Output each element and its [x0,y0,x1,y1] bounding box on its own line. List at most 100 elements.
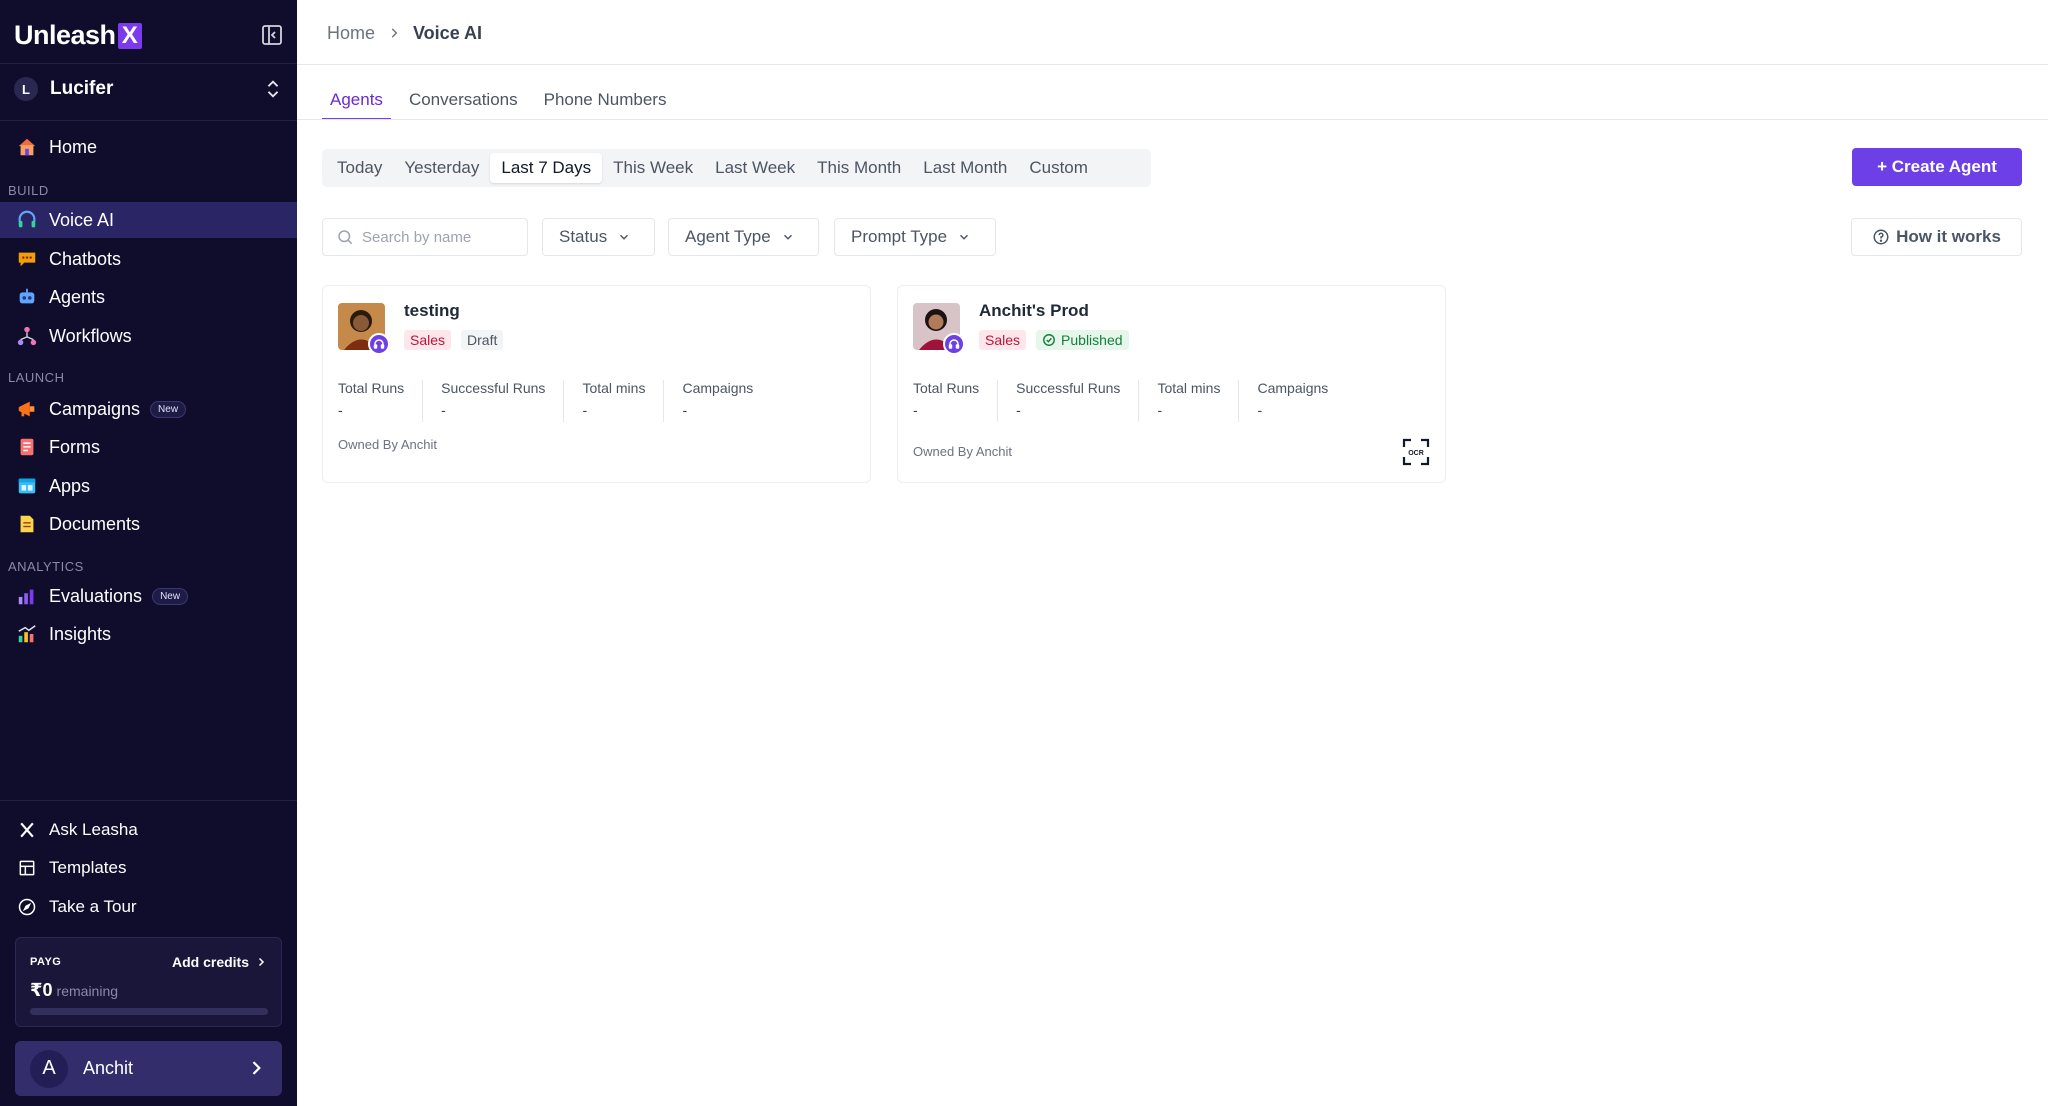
metric-label: Campaigns [1257,380,1329,396]
date-filter-last-7-days[interactable]: Last 7 Days [490,153,603,183]
sidebar-item-templates[interactable]: Templates [0,850,297,886]
create-agent-button[interactable]: + Create Agent [1852,148,2022,186]
status-badge: Draft [461,330,504,350]
agent-owner: Owned By Anchit [913,444,1012,459]
date-filter-last-month[interactable]: Last Month [912,153,1018,183]
agent-metrics: Total Runs - Successful Runs - Total min… [338,380,789,422]
sidebar-item-agents[interactable]: Agents [0,279,297,315]
how-it-works-button[interactable]: How it works [1851,218,2022,256]
dropdown-label: Agent Type [685,227,771,246]
sidebar-item-evaluations[interactable]: Evaluations New [0,578,297,614]
tab-agents[interactable]: Agents [322,88,391,120]
tab-bar: Agents Conversations Phone Numbers [322,88,684,120]
logo-row: Unleash X [14,20,284,54]
agent-tags: Sales Published [979,330,1129,350]
chevron-down-icon [620,234,629,240]
chat-bubble-icon [16,248,38,270]
sidebar-item-take-a-tour[interactable]: Take a Tour [0,889,297,925]
search-input[interactable] [362,228,512,246]
templates-icon [16,857,38,879]
logo[interactable]: Unleash X [14,20,284,51]
add-credits-link[interactable]: Add credits [172,954,267,970]
category-badge: Sales [979,330,1027,350]
chevron-right-icon [258,957,265,967]
headset-icon [943,333,965,355]
category-badge: Sales [404,330,452,350]
breadcrumb: Home Voice AI [327,20,482,46]
logo-mark: X [117,22,142,49]
sidebar-item-label: Voice AI [49,209,115,230]
sidebar-item-voice-ai[interactable]: Voice AI [0,202,297,238]
prompt-type-filter-dropdown[interactable]: Prompt Type [834,218,996,256]
x-icon [16,819,38,841]
avatar: A [30,1049,68,1088]
sidebar-item-label: Chatbots [49,248,122,269]
agent-type-filter-dropdown[interactable]: Agent Type [668,218,819,256]
agent-card-testing[interactable]: testing Sales Draft Total Runs - Success… [322,285,871,483]
breadcrumb-home[interactable]: Home [327,23,375,44]
metric-value: - [1257,402,1263,418]
chevron-up-down-icon [262,78,284,100]
sidebar-item-apps[interactable]: Apps [0,468,297,504]
credit-remaining-label: remaining [56,983,119,999]
sidebar-item-label: Workflows [49,325,132,346]
header-divider [297,64,2048,65]
sidebar-item-home[interactable]: Home [0,129,297,165]
agent-name: Anchit's Prod [979,301,1089,320]
dropdown-label: Status [559,227,608,246]
add-credits-label: Add credits [171,954,249,970]
metric-total-mins: Total mins - [1157,380,1240,422]
tab-phone-numbers[interactable]: Phone Numbers [536,88,675,120]
user-name: Anchit [83,1058,134,1078]
svg-text:OCR: OCR [1408,450,1424,457]
metric-successful-runs: Successful Runs - [1016,380,1140,422]
date-filter-yesterday[interactable]: Yesterday [393,153,490,183]
agent-avatar [338,303,390,355]
collapse-sidebar-icon[interactable] [260,23,284,47]
user-menu[interactable]: A Anchit [15,1041,282,1096]
agent-metrics: Total Runs - Successful Runs - Total min… [913,380,1364,422]
sidebar-item-workflows[interactable]: Workflows [0,318,297,354]
date-filter-this-month[interactable]: This Month [806,153,912,183]
metric-label: Total Runs [338,380,405,396]
metric-value: - [682,402,688,418]
date-filter-this-week[interactable]: This Week [602,153,704,183]
sidebar-item-label: Forms [49,436,100,457]
metric-value: - [582,402,588,418]
sidebar-divider [0,63,297,64]
date-filter-today[interactable]: Today [326,153,393,183]
sidebar-item-documents[interactable]: Documents [0,506,297,542]
org-name: Lucifer [50,78,114,99]
search-icon [338,230,353,245]
sidebar-item-forms[interactable]: Forms [0,429,297,465]
sidebar-item-ask-leasha[interactable]: Ask Leasha [0,812,297,848]
section-label-analytics: ANALYTICS [8,559,84,574]
sidebar-item-campaigns[interactable]: Campaigns New [0,391,297,427]
metric-label: Successful Runs [441,380,546,396]
agent-card-anchits-prod[interactable]: Anchit's Prod Sales Published Total Runs… [897,285,1446,483]
org-switcher[interactable]: L Lucifer [14,74,284,104]
dropdown-label: Prompt Type [851,227,948,246]
check-circle-icon [1043,334,1055,346]
status-filter-dropdown[interactable]: Status [542,218,655,256]
metric-value: - [1157,402,1163,418]
chevron-down-icon [960,234,969,240]
status-label: Published [1061,332,1123,348]
section-label-build: BUILD [8,183,49,198]
help-circle-icon [1873,229,1889,245]
metric-label: Total mins [1157,380,1221,396]
sidebar-divider [0,120,297,121]
logo-text: Unleash [14,20,116,50]
date-filter-custom[interactable]: Custom [1018,153,1099,183]
ocr-scan-icon[interactable]: OCR [1402,438,1430,466]
new-badge: New [150,400,187,418]
date-filter-last-week[interactable]: Last Week [704,153,806,183]
workflow-icon [16,325,38,347]
sidebar-item-chatbots[interactable]: Chatbots [0,241,297,277]
sidebar-item-insights[interactable]: Insights [0,616,297,652]
insights-icon [16,623,38,645]
sidebar-item-label: Evaluations [49,585,143,606]
search-box [322,218,528,256]
tab-conversations[interactable]: Conversations [401,88,526,120]
chevron-right-icon [387,26,401,40]
